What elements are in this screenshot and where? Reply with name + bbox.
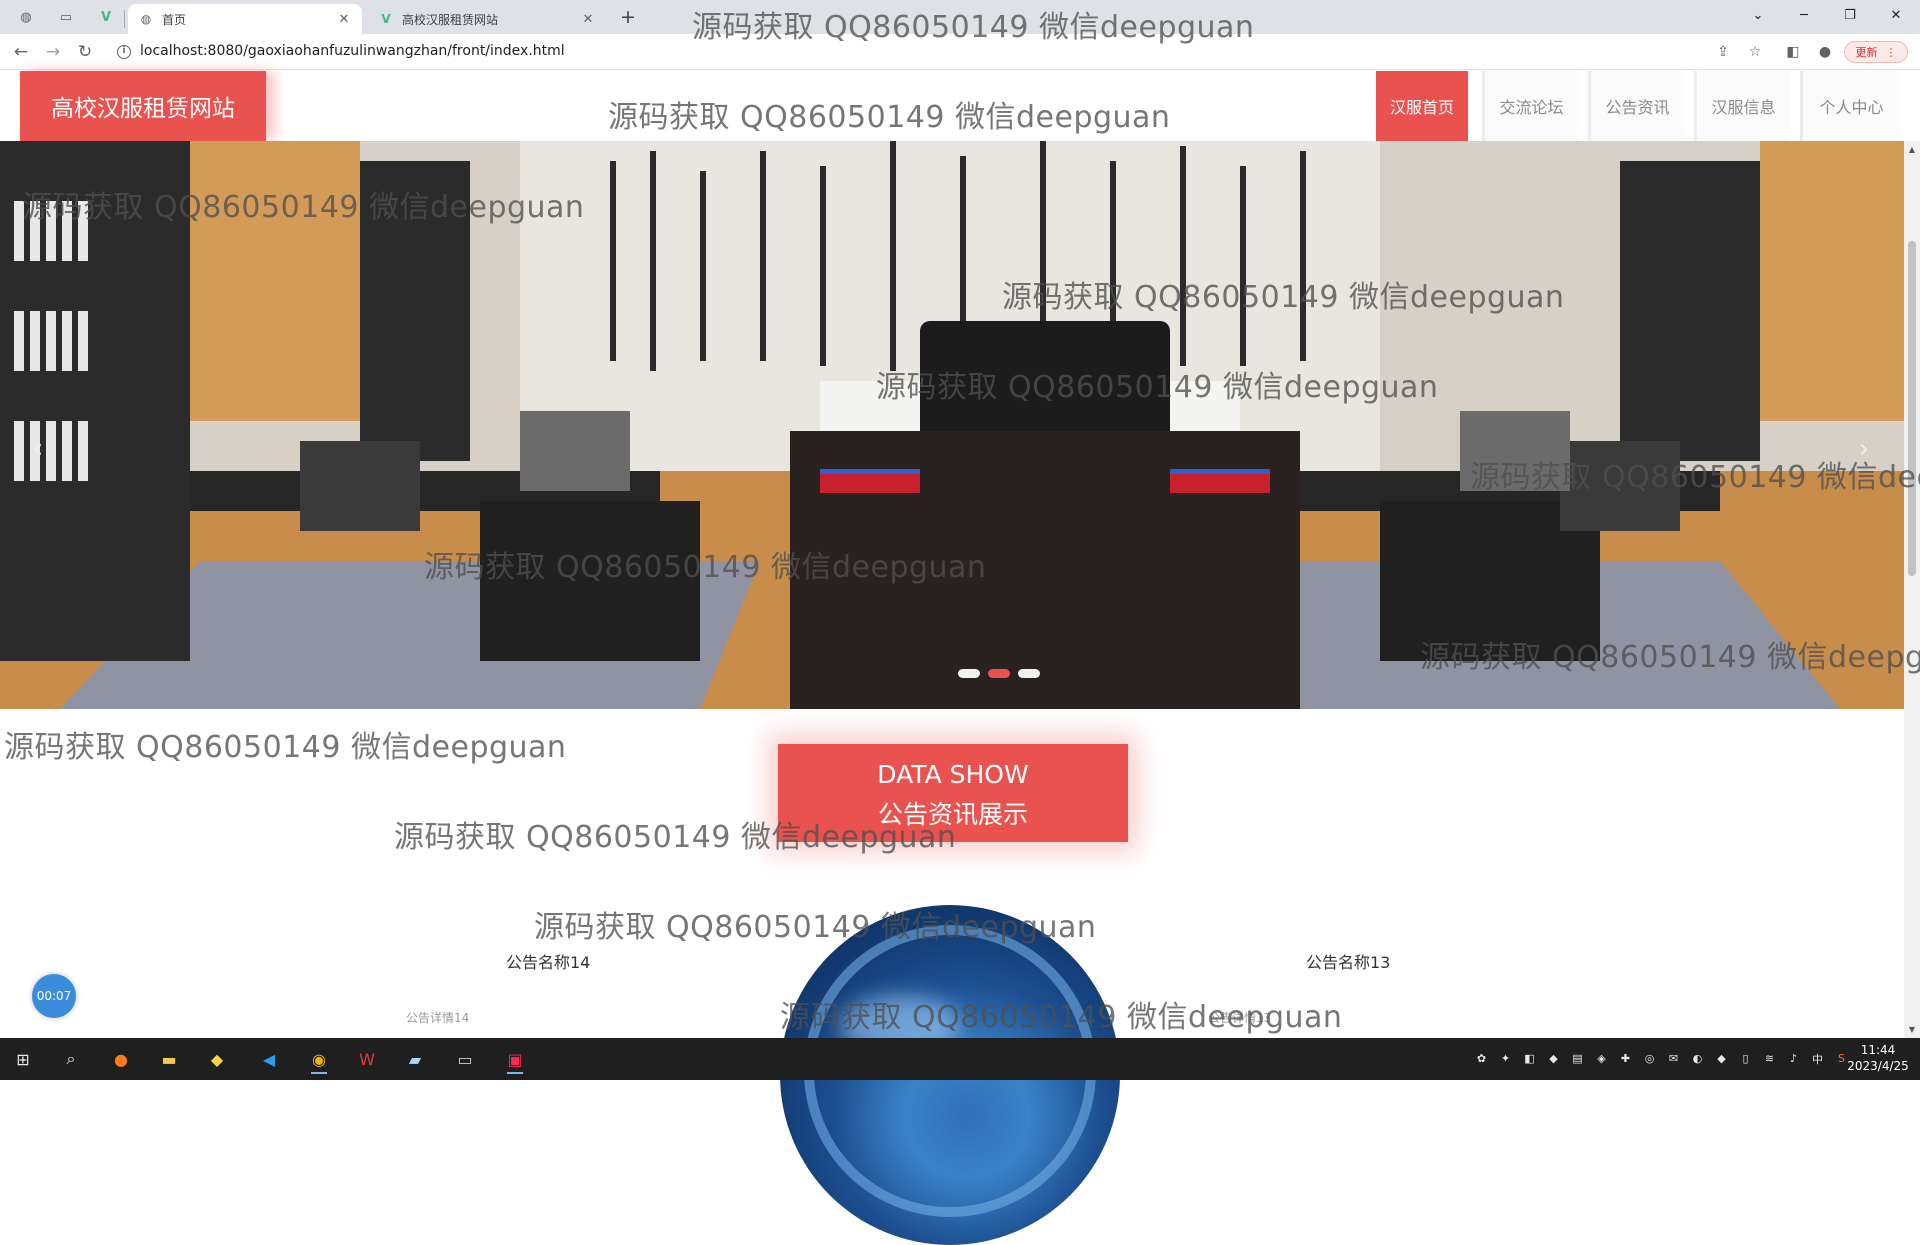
site-info-icon[interactable]: i: [117, 45, 131, 59]
update-label: 更新: [1855, 46, 1878, 59]
clock-time: 11:44: [1860, 1043, 1896, 1057]
tray-app-icon[interactable]: ◐: [1688, 1049, 1707, 1068]
windows-taskbar: ⊞ ⌕ ● ▬ ◆ ◀ ◉ W ▰ ▭ ▣ ✿ ✦ ◧ ◆ ▤ ◈ ✚ ◎ ✉ …: [0, 1038, 1920, 1080]
pinned-tab-globe-icon[interactable]: ◍: [14, 6, 38, 28]
close-tab-icon[interactable]: ✕: [580, 12, 596, 27]
close-window-button[interactable]: ✕: [1876, 2, 1916, 30]
banner-image: [0, 141, 1904, 709]
tab-home[interactable]: ◍ 首页 ✕: [128, 4, 362, 34]
update-button[interactable]: 更新 ⋮: [1844, 41, 1908, 63]
tray-app-icon[interactable]: ✚: [1616, 1049, 1635, 1068]
carousel-indicators: [958, 669, 1040, 678]
chat-app-icon[interactable]: ◆: [200, 1043, 234, 1075]
address-bar[interactable]: localhost:8080/gaoxiaohanfuzulinwangzhan…: [140, 43, 565, 59]
back-arrow-icon[interactable]: ←: [8, 39, 34, 65]
minimize-button[interactable]: ─: [1784, 2, 1824, 30]
carousel-dot-active[interactable]: [988, 669, 1010, 678]
tray-app-icon[interactable]: ✿: [1472, 1049, 1491, 1068]
browser-tab-strip: ◍ ▭ V ◍ 首页 ✕ V 高校汉服租赁网站 ✕ + ⌄ ─ ❐ ✕: [0, 0, 1920, 34]
intellij-icon[interactable]: ▣: [498, 1043, 532, 1075]
scroll-down-arrow-icon[interactable]: ▼: [1904, 1025, 1920, 1034]
wps-icon[interactable]: W: [350, 1043, 384, 1075]
news-item-desc: 公告详情13: [1208, 1011, 1272, 1025]
ime-indicator[interactable]: 中: [1808, 1049, 1827, 1068]
carousel-next-icon[interactable]: ›: [1852, 431, 1876, 467]
section-title-cn: 公告资讯展示: [877, 800, 1028, 829]
search-icon[interactable]: ⌕: [54, 1043, 88, 1075]
bookmark-star-icon[interactable]: ☆: [1744, 41, 1766, 63]
tray-app-icon[interactable]: ◆: [1544, 1049, 1563, 1068]
watermark-text: 源码获取 QQ86050149 微信deepguan: [4, 730, 567, 765]
site-header: 高校汉服租赁网站 汉服首页 交流论坛 公告资讯 汉服信息 个人中心: [0, 71, 1920, 141]
wechat-icon[interactable]: ✉: [1664, 1049, 1683, 1068]
tray-app-icon[interactable]: ◧: [1520, 1049, 1539, 1068]
firefox-icon[interactable]: ●: [104, 1043, 138, 1075]
tray-app-icon[interactable]: ◎: [1640, 1049, 1659, 1068]
tab-site[interactable]: V 高校汉服租赁网站 ✕: [368, 4, 606, 34]
recording-timer-badge[interactable]: 00:07: [32, 974, 76, 1018]
vue-icon: V: [381, 12, 391, 26]
system-tray: ✿ ✦ ◧ ◆ ▤ ◈ ✚ ◎ ✉ ◐ ◆ ▯ ≋ ♪ 中 S: [1472, 1049, 1851, 1068]
tab-title: 高校汉服租赁网站: [402, 12, 499, 27]
close-tab-icon[interactable]: ✕: [336, 12, 352, 27]
nav-item-home[interactable]: 汉服首页: [1376, 71, 1468, 141]
news-item-title[interactable]: 公告名称13: [1306, 949, 1390, 973]
carousel-dot[interactable]: [958, 669, 980, 678]
usb-icon[interactable]: ▯: [1736, 1049, 1755, 1068]
volume-icon[interactable]: ♪: [1784, 1049, 1803, 1068]
reload-icon[interactable]: ↻: [72, 39, 98, 65]
clock-date: 2023/4/25: [1847, 1059, 1909, 1073]
windows-start-icon[interactable]: ⊞: [6, 1043, 40, 1075]
browser-toolbar: ← → ↻ i localhost:8080/gaoxiaohanfuzulin…: [0, 34, 1920, 70]
tray-app-icon[interactable]: ✦: [1496, 1049, 1515, 1068]
chrome-icon[interactable]: ◉: [302, 1043, 336, 1075]
wifi-icon[interactable]: ≋: [1760, 1049, 1779, 1068]
share-icon[interactable]: ⇪: [1712, 41, 1734, 63]
profile-icon[interactable]: ●: [1814, 41, 1836, 63]
tray-app-icon[interactable]: ◈: [1592, 1049, 1611, 1068]
site-logo[interactable]: 高校汉服租赁网站: [20, 71, 266, 141]
new-tab-button[interactable]: +: [616, 5, 640, 29]
nav-item-profile[interactable]: 个人中心: [1800, 71, 1900, 141]
tab-search-chevron-icon[interactable]: ⌄: [1738, 2, 1778, 30]
tab-title: 首页: [162, 12, 187, 27]
scrollbar-thumb[interactable]: [1908, 241, 1916, 576]
file-explorer-icon[interactable]: ▬: [152, 1043, 186, 1075]
forward-arrow-icon[interactable]: →: [40, 39, 66, 65]
nav-item-hanfu[interactable]: 汉服信息: [1694, 71, 1790, 141]
terminal-icon[interactable]: ▭: [448, 1043, 482, 1075]
globe-icon: ◍: [140, 12, 152, 26]
kebab-menu-icon: ⋮: [1885, 45, 1897, 59]
section-title-en: DATA SHOW: [877, 760, 1029, 789]
news-item-desc: 公告详情14: [406, 1011, 470, 1025]
restore-button[interactable]: ❐: [1830, 2, 1870, 30]
nav-item-news[interactable]: 公告资讯: [1588, 71, 1684, 141]
pinned-tab-vue-icon[interactable]: V: [94, 6, 118, 28]
side-panel-icon[interactable]: ◧: [1782, 41, 1804, 63]
page-scrollbar[interactable]: ▲ ▼: [1904, 141, 1920, 1038]
taskbar-clock[interactable]: 11:44 2023/4/25: [1840, 1042, 1916, 1074]
news-item-title[interactable]: 公告名称14: [506, 949, 590, 973]
scroll-up-arrow-icon[interactable]: ▲: [1904, 145, 1920, 154]
carousel-prev-icon[interactable]: ‹: [26, 431, 50, 467]
tray-app-icon[interactable]: ◆: [1712, 1049, 1731, 1068]
banner-carousel[interactable]: ‹ ›: [0, 141, 1904, 709]
pinned-tab-blank-icon[interactable]: ▭: [54, 6, 78, 28]
nav-item-forum[interactable]: 交流论坛: [1482, 71, 1578, 141]
notes-app-icon[interactable]: ▰: [398, 1043, 432, 1075]
vscode-icon[interactable]: ◀: [252, 1043, 286, 1075]
tray-app-icon[interactable]: ▤: [1568, 1049, 1587, 1068]
section-title: DATA SHOW 公告资讯展示: [778, 744, 1128, 842]
carousel-dot[interactable]: [1018, 669, 1040, 678]
